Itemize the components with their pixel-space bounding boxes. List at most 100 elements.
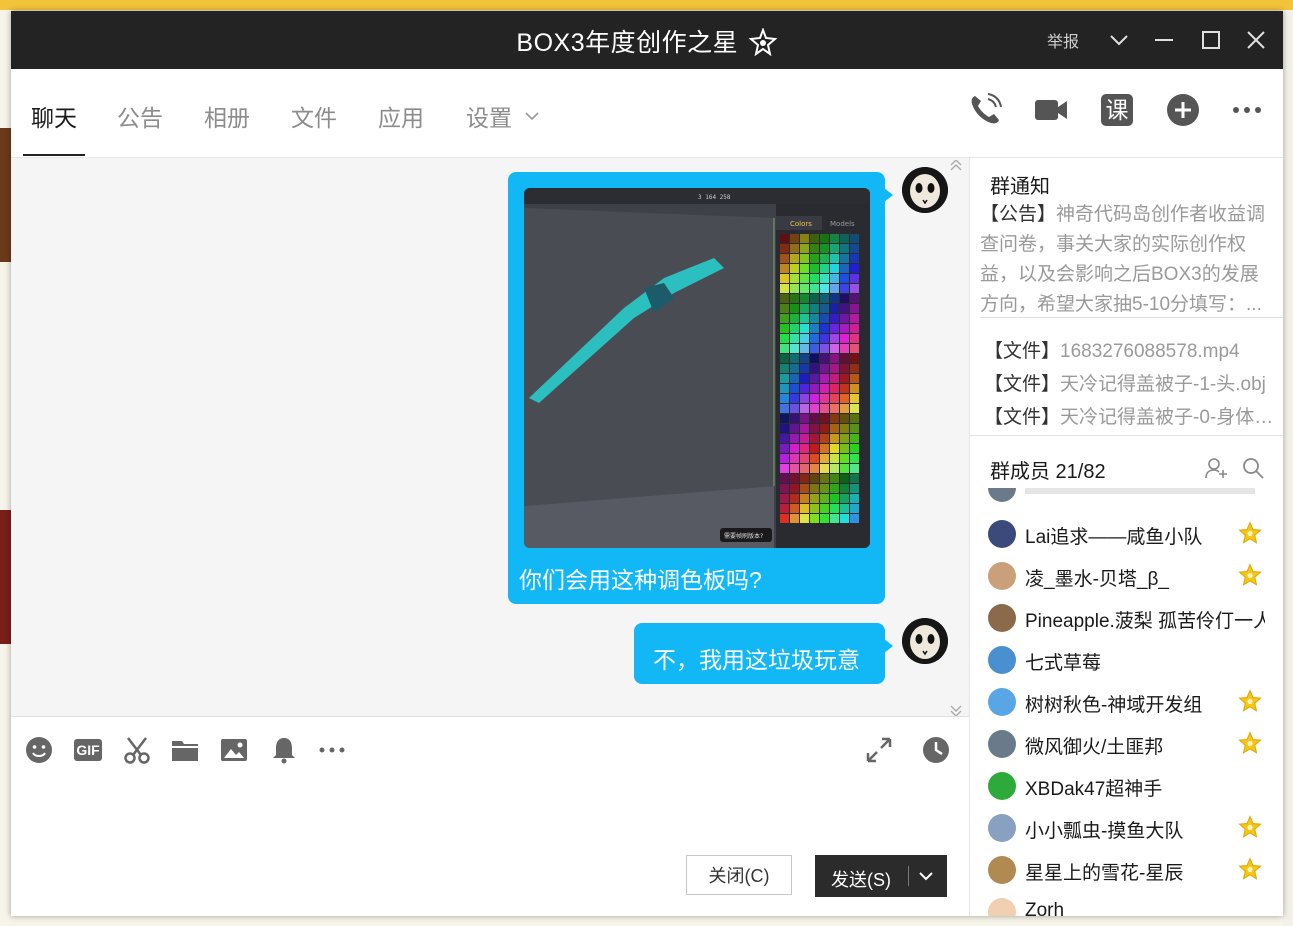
tab-apps[interactable]: 应用 <box>378 99 424 133</box>
image-message-caption: 你们会用这种调色板吗? <box>519 567 762 593</box>
member-name: Pineapple.菠梨 孤苦伶仃一人 <box>1025 611 1265 632</box>
minimize-icon[interactable] <box>1149 25 1179 55</box>
notice-title: 群通知 <box>990 176 1050 198</box>
file-item[interactable]: 【文件】天冷记得盖被子-1-头.obj <box>984 369 1274 396</box>
creator-star-icon <box>748 28 777 56</box>
collapse-top-icon[interactable] <box>949 160 963 174</box>
group-sidebar: 群通知 【公告】神奇代码岛创作者收益调查问卷，事关大家的实际创作权益，以及会影响… <box>969 158 1283 916</box>
phone-icon[interactable] <box>966 91 1004 129</box>
tab-announcement[interactable]: 公告 <box>117 99 163 133</box>
more-icon[interactable] <box>317 735 347 765</box>
collapse-bottom-icon[interactable] <box>949 702 963 716</box>
tab-chat[interactable]: 聊天 <box>31 99 77 133</box>
chat-message-area[interactable]: 3 164 258 Colors Models 需要帧刷版本? 你们会用这种调色… <box>11 158 969 716</box>
send-button-divider <box>908 866 909 886</box>
folder-icon[interactable] <box>170 735 200 765</box>
text-message-content: 不，我用这垃圾玩意 <box>653 647 860 673</box>
member-name: 七式草莓 <box>1025 653 1102 674</box>
member-name: Zorh <box>1025 900 1065 916</box>
sender-avatar[interactable] <box>902 618 948 664</box>
mask-avatar-icon <box>902 167 948 213</box>
course-icon-text: 课 <box>1101 94 1133 126</box>
member-avatar[interactable] <box>988 772 1016 800</box>
report-button[interactable]: 举报 <box>1047 28 1079 52</box>
member-row[interactable]: 微风御火/土匪邦 <box>988 728 1278 764</box>
expand-icon[interactable] <box>864 735 894 765</box>
member-avatar[interactable] <box>988 646 1016 674</box>
send-options-chevron-icon[interactable] <box>918 870 934 882</box>
members-title: 群成员 21/82 <box>990 461 1106 483</box>
close-button[interactable]: 关闭(C) <box>686 855 792 895</box>
tab-album[interactable]: 相册 <box>204 99 250 133</box>
member-avatar[interactable] <box>988 814 1016 842</box>
member-row[interactable]: 小小瓢虫-摸鱼大队 <box>988 812 1278 848</box>
member-row[interactable]: Pineapple.菠梨 孤苦伶仃一人 <box>988 602 1278 638</box>
member-avatar[interactable] <box>988 898 1016 916</box>
announcement-tag: 【公告】 <box>980 204 1057 225</box>
add-circle-icon[interactable] <box>1164 91 1202 129</box>
text-message-bubble[interactable]: 不，我用这垃圾玩意 <box>634 623 893 684</box>
member-avatar[interactable] <box>988 856 1016 884</box>
input-toolbar: GIF <box>11 716 969 777</box>
member-name: 小小瓢虫-摸鱼大队 <box>1025 821 1184 842</box>
tab-bar: 聊天 公告 相册 文件 应用 设置 课 <box>11 69 1283 158</box>
settings-chevron-down-icon[interactable] <box>525 111 539 121</box>
tab-settings[interactable]: 设置 <box>466 99 512 133</box>
video-camera-icon[interactable] <box>1032 91 1070 129</box>
window-title-text: BOX3年度创作之星 <box>516 29 739 57</box>
shared-screenshot-image[interactable]: 3 164 258 Colors Models 需要帧刷版本? <box>524 188 870 548</box>
member-avatar[interactable] <box>988 520 1016 548</box>
send-button-label: 发送(S) <box>831 870 891 890</box>
divider <box>980 317 1283 318</box>
colors-tab-text: Colors <box>790 220 812 228</box>
emoji-icon[interactable] <box>24 735 54 765</box>
member-list-partial-row <box>988 488 1268 502</box>
history-clock-icon[interactable] <box>921 735 951 765</box>
member-avatar[interactable] <box>988 562 1016 590</box>
models-tab-text: Models <box>830 220 855 228</box>
star-badge-icon <box>1238 521 1262 544</box>
bell-icon[interactable] <box>269 735 299 765</box>
file-item[interactable]: 【文件】1683276088578.mp4 <box>984 336 1274 363</box>
sender-avatar[interactable] <box>902 167 948 213</box>
search-icon[interactable] <box>1241 456 1265 480</box>
star-badge-icon <box>1238 689 1262 712</box>
tab-files[interactable]: 文件 <box>291 99 337 133</box>
member-name: XBDak47超神手 <box>1025 779 1163 800</box>
member-name: Lai追求——咸鱼小队 <box>1025 527 1203 548</box>
screenshot-top-text: 3 164 258 <box>698 194 731 201</box>
send-button[interactable]: 发送(S) <box>815 855 947 897</box>
title-bar: BOX3年度创作之星 举报 <box>11 11 1283 69</box>
member-avatar[interactable] <box>988 604 1016 632</box>
member-row[interactable]: 星星上的雪花-星辰 <box>988 854 1278 890</box>
member-name: 微风御火/土匪邦 <box>1025 737 1164 758</box>
member-row[interactable]: 七式草莓 <box>988 644 1278 680</box>
course-icon[interactable]: 课 <box>1098 91 1136 129</box>
member-avatar[interactable] <box>988 688 1016 716</box>
add-member-icon[interactable] <box>1204 456 1228 480</box>
file-item[interactable]: 【文件】天冷记得盖被子-0-身体.... <box>984 402 1274 429</box>
image-message-bubble[interactable]: 3 164 258 Colors Models 需要帧刷版本? 你们会用这种调色… <box>508 172 893 604</box>
star-badge-icon <box>1238 857 1262 880</box>
desktop-background-bottom <box>12 916 1293 926</box>
desktop-background-top <box>0 0 1293 10</box>
member-row[interactable]: 凌_墨水-贝塔_β_ <box>988 560 1278 596</box>
member-row[interactable]: Lai追求——咸鱼小队 <box>988 518 1278 554</box>
group-chat-window: BOX3年度创作之星 举报 聊天 公告 相册 文件 应用 设置 课 3 164 … <box>11 11 1283 916</box>
announcement-preview[interactable]: 【公告】神奇代码岛创作者收益调查问卷，事关大家的实际创作权益，以及会影响之后BO… <box>980 200 1270 320</box>
desktop-background-right <box>1283 10 1293 926</box>
close-icon[interactable] <box>1241 25 1271 55</box>
maximize-icon[interactable] <box>1196 25 1226 55</box>
active-tab-indicator <box>23 154 85 156</box>
member-row[interactable]: Zorh <box>988 896 1278 916</box>
mask-avatar-icon <box>902 618 948 664</box>
member-avatar[interactable] <box>988 730 1016 758</box>
member-row[interactable]: 树树秋色-神域开发组 <box>988 686 1278 722</box>
more-icon[interactable] <box>1228 91 1266 129</box>
member-row[interactable]: XBDak47超神手 <box>988 770 1278 806</box>
member-name: 星星上的雪花-星辰 <box>1025 863 1184 884</box>
gif-icon[interactable]: GIF <box>73 735 103 765</box>
dropdown-chevron-icon[interactable] <box>1104 25 1134 55</box>
screenshot-scissors-icon[interactable] <box>122 735 152 765</box>
image-icon[interactable] <box>219 735 249 765</box>
